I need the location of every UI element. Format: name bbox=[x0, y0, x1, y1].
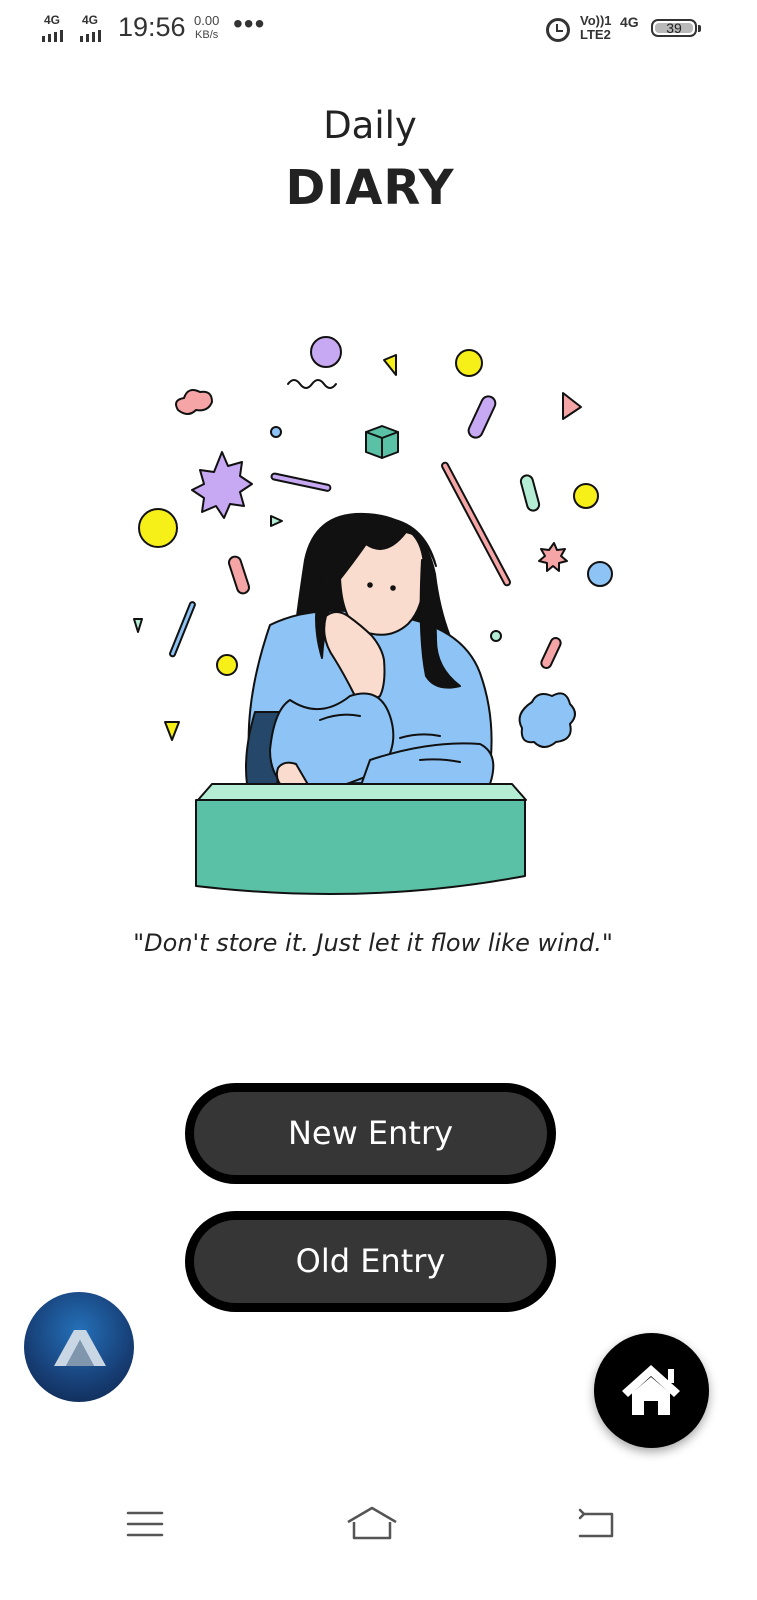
menu-button[interactable] bbox=[115, 1500, 175, 1550]
alarm-icon bbox=[546, 18, 570, 42]
menu-icon bbox=[126, 1511, 164, 1537]
home-icon bbox=[622, 1365, 680, 1415]
old-entry-button[interactable]: Old Entry bbox=[185, 1211, 556, 1312]
battery-level: 39 bbox=[666, 20, 682, 36]
back-nav-button[interactable] bbox=[568, 1500, 628, 1550]
signal-icon: 4G bbox=[42, 14, 72, 42]
signal-icon: 4G bbox=[80, 14, 110, 42]
girl-at-desk-illustration bbox=[133, 336, 613, 895]
speed-unit: KB/s bbox=[195, 29, 219, 41]
volte-line2: LTE2 bbox=[580, 27, 611, 42]
battery-icon: 39 bbox=[651, 19, 701, 37]
quote-text: "Don't store it. Just let it flow like w… bbox=[133, 929, 613, 957]
sim1-network-label: 4G bbox=[44, 13, 61, 27]
sim2-network-label: 4G bbox=[82, 13, 99, 27]
status-bar: 4G 4G 19:56 0.00 KB/s ••• Vo))1 LTE2 4G … bbox=[0, 0, 757, 60]
status-time: 19:56 bbox=[118, 12, 186, 42]
volte-indicator: Vo))1 LTE2 bbox=[580, 14, 612, 42]
new-entry-button[interactable]: New Entry bbox=[185, 1083, 556, 1184]
speed-value: 0.00 bbox=[194, 13, 220, 28]
home-nav-button[interactable] bbox=[342, 1500, 402, 1550]
system-navigation-bar bbox=[0, 1480, 757, 1600]
app-title-diary: DIARY bbox=[285, 160, 455, 216]
network-speed: 0.00 KB/s bbox=[194, 13, 219, 43]
app-logo-icon bbox=[54, 1330, 106, 1366]
floating-app-logo-button[interactable] bbox=[24, 1292, 134, 1402]
data-network-label: 4G bbox=[620, 14, 639, 30]
home-outline-icon bbox=[347, 1506, 397, 1540]
back-icon bbox=[578, 1508, 614, 1538]
more-notifications-icon: ••• bbox=[233, 8, 266, 39]
home-fab-button[interactable] bbox=[594, 1333, 709, 1448]
volte-line1: Vo))1 bbox=[580, 13, 612, 28]
app-title-daily: Daily bbox=[323, 104, 417, 147]
